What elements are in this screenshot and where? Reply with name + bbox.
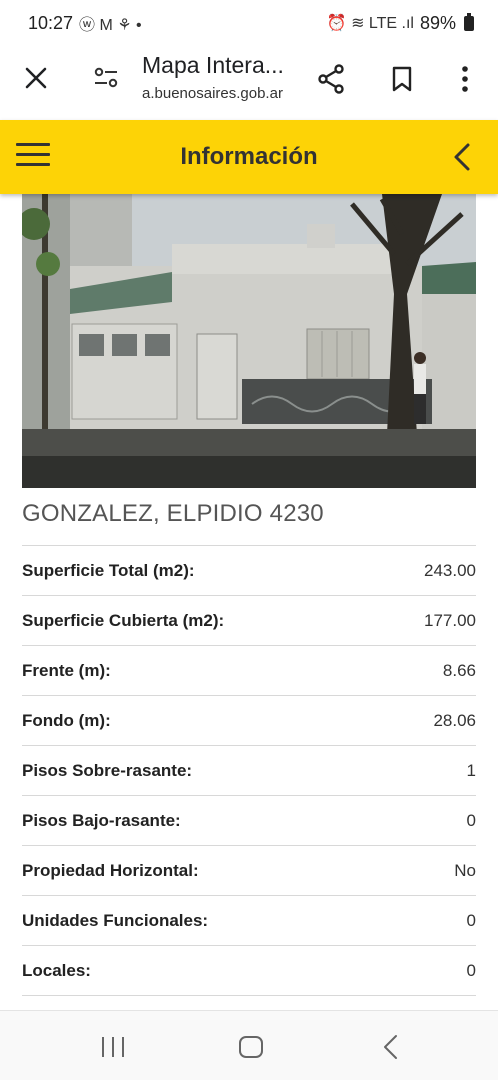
row-label: Locales: (22, 960, 91, 980)
home-icon (239, 1036, 263, 1058)
building-photo (22, 194, 476, 488)
row-label: Pisos Bajo-rasante: (22, 810, 181, 830)
row-label: Fondo (m): (22, 710, 111, 730)
row-value: 0 (466, 810, 476, 830)
status-time: 10:27 (28, 12, 74, 33)
collapse-panel-button[interactable] (448, 140, 476, 174)
chevron-left-icon (454, 143, 470, 171)
row-value: 0 (466, 960, 476, 980)
more-vert-icon (462, 66, 468, 92)
back-button[interactable] (380, 1033, 402, 1061)
row-value: 28.06 (433, 710, 476, 730)
home-button[interactable] (238, 1035, 264, 1059)
facade-image (22, 194, 476, 488)
info-row-fondo: Fondo (m): 28.06 (22, 696, 476, 746)
row-label: Superficie Cubierta (m2): (22, 610, 225, 630)
status-right: ⏰ ≋ LTE .ıl 89% (326, 12, 474, 34)
recents-icon (102, 1037, 124, 1057)
info-row-unidades-funcionales: Unidades Funcionales: 0 (22, 896, 476, 946)
info-row-superficie-total: Superficie Total (m2): 243.00 (22, 546, 476, 596)
menu-icon[interactable] (16, 143, 50, 171)
back-icon (384, 1035, 397, 1059)
row-label: Frente (m): (22, 660, 111, 680)
app-header: Información (0, 120, 498, 194)
browser-toolbar: Mapa Intera... a.buenosaires.gob.ar (0, 46, 498, 120)
info-panel: GONZALEZ, ELPIDIO 4230 Superficie Total … (22, 194, 476, 996)
battery-percent: 89% (419, 12, 456, 33)
close-tab-button[interactable] (18, 60, 54, 96)
status-left: 10:27 ⓦ M ⚘ • (28, 11, 142, 35)
recents-button[interactable] (100, 1035, 126, 1059)
info-row-frente: Frente (m): 8.66 (22, 646, 476, 696)
row-value: 1 (466, 760, 476, 780)
bookmark-button[interactable] (383, 60, 421, 98)
row-value: 177.00 (424, 610, 476, 630)
info-row-pisos-sobre-rasante: Pisos Sobre-rasante: 1 (22, 746, 476, 796)
page-domain: a.buenosaires.gob.ar (142, 85, 283, 102)
header-title: Información (180, 143, 318, 170)
row-label: Unidades Funcionales: (22, 910, 209, 930)
row-label: Pisos Sobre-rasante: (22, 760, 193, 780)
info-row-propiedad-horizontal: Propiedad Horizontal: No (22, 846, 476, 896)
row-value: 0 (466, 910, 476, 930)
notification-icons: ⓦ M ⚘ • (79, 17, 142, 34)
status-bar: 10:27 ⓦ M ⚘ • ⏰ ≋ LTE .ıl 89% (0, 0, 498, 46)
row-value: 243.00 (424, 560, 476, 580)
bookmark-icon (392, 66, 412, 92)
signal-icons: ⏰ ≋ LTE .ıl (326, 15, 414, 32)
share-icon (318, 64, 344, 94)
info-row-superficie-cubierta: Superficie Cubierta (m2): 177.00 (22, 596, 476, 646)
row-label: Propiedad Horizontal: (22, 860, 199, 880)
row-value: No (454, 860, 476, 880)
share-button[interactable] (312, 60, 350, 98)
info-row-pisos-bajo-rasante: Pisos Bajo-rasante: 0 (22, 796, 476, 846)
site-settings-button[interactable] (86, 60, 126, 96)
more-options-button[interactable] (446, 60, 484, 98)
page-title: Mapa Intera... (142, 52, 284, 78)
tune-icon (94, 67, 118, 88)
row-value: 8.66 (442, 660, 476, 680)
url-block[interactable]: Mapa Intera... a.buenosaires.gob.ar (142, 52, 307, 102)
battery-icon (464, 12, 474, 31)
row-label: Superficie Total (m2): (22, 560, 195, 580)
info-row-locales: Locales: 0 (22, 946, 476, 996)
close-icon (25, 67, 47, 89)
property-address: GONZALEZ, ELPIDIO 4230 (22, 488, 476, 546)
system-nav-bar (0, 1010, 498, 1080)
